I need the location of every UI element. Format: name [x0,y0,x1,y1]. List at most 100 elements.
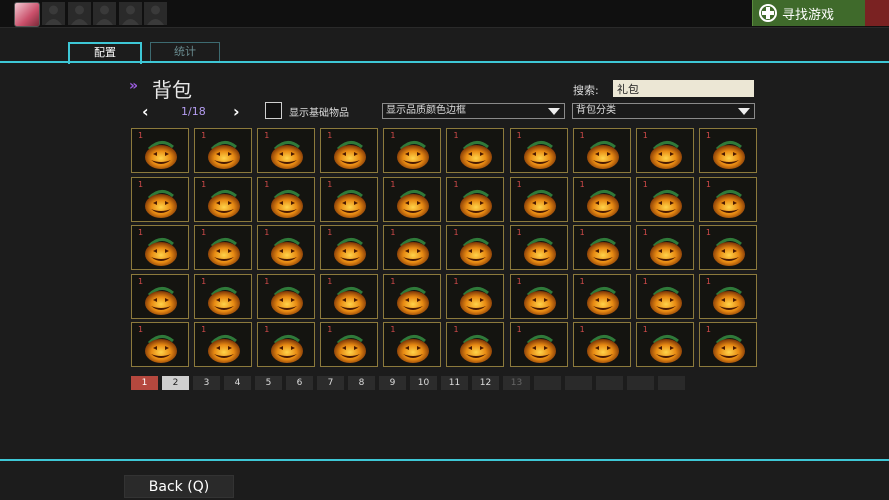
page-button[interactable]: 7 [317,376,344,390]
friend-avatar-placeholder[interactable] [144,2,167,25]
inventory-slot[interactable]: 1 [635,176,694,222]
inventory-slot[interactable]: 1 [446,225,505,270]
inventory-slot[interactable]: 1 [446,176,505,222]
jack-o-lantern-gift-icon [334,286,367,315]
inventory-slot[interactable]: 1 [320,225,379,270]
page-button[interactable]: 1 [131,376,158,390]
inventory-slot[interactable]: 1 [446,128,505,173]
inventory-slot[interactable]: 1 [194,128,253,173]
inventory-slot[interactable]: 1 [509,128,568,173]
inventory-slot[interactable]: 1 [320,176,379,222]
inventory-slot[interactable]: 1 [509,273,568,319]
page-button[interactable]: 12 [472,376,499,390]
notification-indicator[interactable] [865,0,889,26]
jack-o-lantern-gift-icon [145,286,177,315]
inventory-slot[interactable]: 1 [131,225,189,270]
game-controller-icon [759,4,777,22]
find-game-button[interactable]: 寻找游戏 [752,0,866,26]
inventory-slot[interactable]: 1 [698,322,757,367]
jack-o-lantern-gift-icon [271,335,304,363]
person-silhouette-icon [96,5,113,25]
inventory-slot[interactable]: 1 [383,176,442,222]
page-button[interactable]: 10 [410,376,437,390]
jack-o-lantern-gift-icon [586,335,619,363]
inventory-slot[interactable]: 1 [572,322,631,367]
inventory-slot[interactable]: 1 [698,225,757,270]
inventory-slot[interactable]: 1 [194,225,253,270]
person-silhouette-icon [147,5,164,25]
inventory-slot[interactable]: 1 [698,128,757,173]
inventory-slot[interactable]: 1 [383,322,442,367]
inventory-slot[interactable]: 1 [635,225,694,270]
category-select[interactable]: 背包分类 [572,103,755,119]
inventory-slot[interactable]: 1 [635,128,694,173]
page-button[interactable]: 11 [441,376,468,390]
inventory-slot[interactable]: 1 [320,322,379,367]
inventory-slot[interactable]: 1 [572,128,631,173]
inventory-slot[interactable]: 1 [320,128,379,173]
jack-o-lantern-gift-icon [208,141,241,169]
page-button[interactable]: 5 [255,376,282,390]
inventory-slot[interactable]: 1 [509,322,568,367]
jack-o-lantern-gift-icon [334,335,367,363]
inventory-slot[interactable]: 1 [320,273,379,319]
inventory-slot[interactable]: 1 [383,128,442,173]
page-button[interactable]: 9 [379,376,406,390]
search-input[interactable] [613,80,754,97]
jack-o-lantern-gift-icon [271,141,304,169]
tab-stats[interactable]: 统计 [150,42,220,61]
next-page-button[interactable]: › [233,102,240,121]
page-button[interactable]: 6 [286,376,313,390]
inventory-slot[interactable]: 1 [383,273,442,319]
inventory-slot[interactable]: 1 [635,273,694,319]
jack-o-lantern-gift-icon [208,286,241,315]
page-button[interactable]: 13 [503,376,530,390]
jack-o-lantern-gift-icon [460,238,493,266]
inventory-slot[interactable]: 1 [257,176,316,222]
page-button[interactable]: 4 [224,376,251,390]
inventory-slot[interactable]: 1 [131,273,189,319]
jack-o-lantern-gift-icon [712,286,745,315]
user-avatar[interactable] [14,2,40,27]
prev-page-button[interactable]: ‹ [142,102,149,121]
inventory-slot[interactable]: 1 [698,176,757,222]
inventory-slot[interactable]: 1 [572,273,631,319]
inventory-slot[interactable]: 1 [257,273,316,319]
inventory-slot[interactable]: 1 [446,273,505,319]
jack-o-lantern-gift-icon [397,141,430,169]
inventory-slot[interactable]: 1 [194,273,253,319]
inventory-slot[interactable]: 1 [194,176,253,222]
jack-o-lantern-gift-icon [649,238,682,266]
inventory-slot[interactable]: 1 [257,225,316,270]
quality-border-select[interactable]: 显示品质颜色边框 [382,103,565,119]
inventory-slot[interactable]: 1 [257,128,316,173]
page-button[interactable]: 8 [348,376,375,390]
inventory-slot[interactable]: 1 [509,176,568,222]
find-game-label: 寻找游戏 [782,7,835,23]
inventory-slot[interactable]: 1 [509,225,568,270]
inventory-slot[interactable]: 1 [131,176,189,222]
inventory-slot[interactable]: 1 [383,225,442,270]
friend-avatar-placeholder[interactable] [93,2,116,25]
inventory-slot[interactable]: 1 [572,176,631,222]
friend-avatar-placeholder[interactable] [67,2,91,25]
inventory-slot[interactable]: 1 [194,322,253,367]
inventory-slot[interactable]: 1 [572,225,631,270]
inventory-slot[interactable]: 1 [698,273,757,319]
inventory-slot[interactable]: 1 [635,322,694,367]
jack-o-lantern-gift-icon [397,189,430,218]
page-button[interactable]: 3 [193,376,220,390]
inventory-slot[interactable]: 1 [257,322,316,367]
jack-o-lantern-gift-icon [523,335,556,363]
friend-avatar-placeholder[interactable] [118,2,142,25]
back-button[interactable]: Back (Q) [124,475,234,498]
page-button[interactable]: 2 [162,376,189,390]
page-button-empty [627,376,654,390]
jack-o-lantern-gift-icon [523,238,556,266]
friend-avatar-placeholder[interactable] [42,2,65,25]
inventory-slot[interactable]: 1 [446,322,505,367]
inventory-slot[interactable]: 1 [131,128,189,173]
inventory-slot[interactable]: 1 [131,322,189,367]
jack-o-lantern-gift-icon [397,286,430,315]
show-basic-items-checkbox[interactable] [265,102,282,119]
